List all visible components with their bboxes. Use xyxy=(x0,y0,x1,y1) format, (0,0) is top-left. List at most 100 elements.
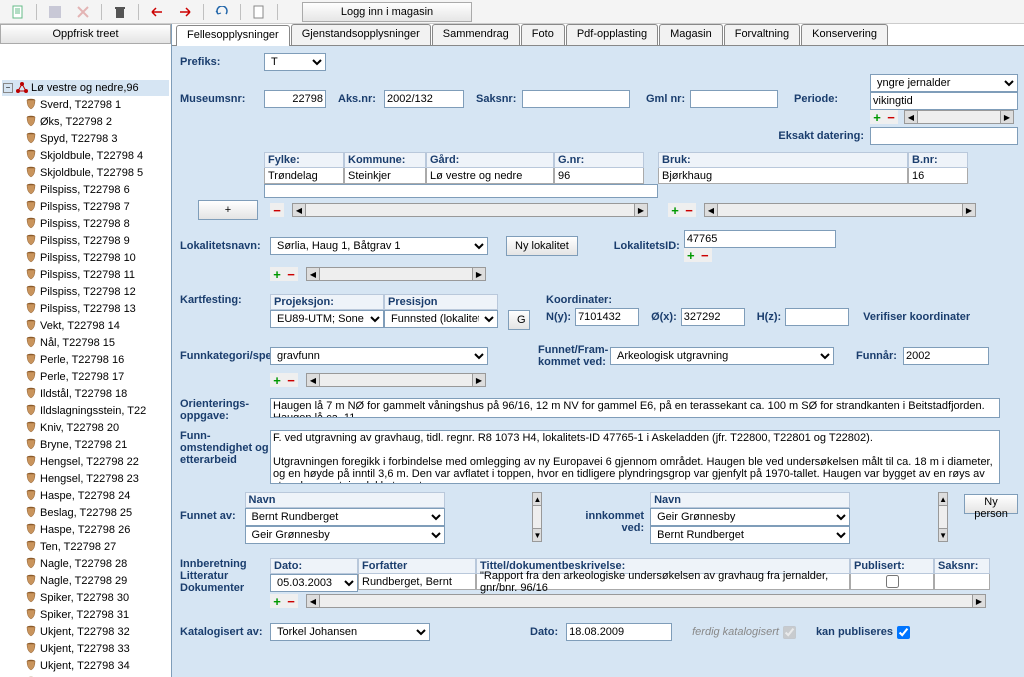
loc-minus[interactable]: − xyxy=(270,203,284,217)
publisert-checkbox[interactable] xyxy=(886,575,899,588)
tree-item[interactable]: Beslag, T22798 25 xyxy=(2,504,169,521)
collapse-icon[interactable]: − xyxy=(3,83,13,93)
periode-input[interactable] xyxy=(870,92,1018,110)
prev-button[interactable] xyxy=(143,2,171,22)
loknavn-minus[interactable]: − xyxy=(284,267,298,281)
prefix-select[interactable]: T xyxy=(264,53,326,71)
tree-item[interactable]: Kniv, T22798 20 xyxy=(2,419,169,436)
tab-magasin[interactable]: Magasin xyxy=(659,24,723,45)
periode-plus[interactable]: + xyxy=(870,110,884,124)
tab-gjenstandsopplysninger[interactable]: Gjenstandsopplysninger xyxy=(291,24,431,45)
tree-item[interactable]: Pilspiss, T22798 9 xyxy=(2,232,169,249)
tree-item[interactable]: Øks, T22798 2 xyxy=(2,113,169,130)
tree-item[interactable]: Pilspiss, T22798 10 xyxy=(2,249,169,266)
tab-forvaltning[interactable]: Forvaltning xyxy=(724,24,800,45)
tree-item[interactable]: Nagle, T22798 28 xyxy=(2,555,169,572)
funnet-av-2[interactable]: Geir Grønnesby xyxy=(245,526,445,544)
innkommet-2[interactable]: Bernt Rundberget xyxy=(650,526,850,544)
bnr-cell[interactable]: 16 xyxy=(908,168,968,184)
tree-item[interactable]: Nål, T22798 15 xyxy=(2,334,169,351)
delete-button[interactable] xyxy=(69,2,97,22)
tree-item[interactable]: Ten, T22798 27 xyxy=(2,538,169,555)
trash-button[interactable] xyxy=(106,2,134,22)
gard-cell[interactable]: Lø vestre og nedre xyxy=(426,168,554,184)
lokid-plus[interactable]: + xyxy=(684,248,698,262)
tree-item[interactable]: Bryne, T22798 21 xyxy=(2,436,169,453)
tree-item[interactable]: Ildslagningsstein, T22 xyxy=(2,402,169,419)
loc-extra-input[interactable] xyxy=(264,184,658,198)
object-tree[interactable]: − Lø vestre og nedre,96 Sverd, T22798 1Ø… xyxy=(0,78,171,677)
tree-item[interactable]: Spyd, T22798 3 xyxy=(2,130,169,147)
proj-select[interactable]: EU89-UTM; Sone 33 xyxy=(270,310,384,328)
publisert-cell[interactable] xyxy=(850,574,934,590)
new-doc-button[interactable] xyxy=(4,2,32,22)
periode-minus[interactable]: − xyxy=(884,110,898,124)
tree-item[interactable]: Hengsel, T22798 23 xyxy=(2,470,169,487)
tree-item[interactable]: Hengsel, T22798 22 xyxy=(2,453,169,470)
funnet-fram-select[interactable]: Arkeologisk utgravning xyxy=(610,347,834,365)
tree-item[interactable]: Spiker, T22798 30 xyxy=(2,589,169,606)
copy-doc-button[interactable] xyxy=(245,2,273,22)
tree-item[interactable]: Spiker, T22798 31 xyxy=(2,606,169,623)
tree-item[interactable]: Ukjent, T22798 33 xyxy=(2,640,169,657)
g-button[interactable]: G xyxy=(508,310,530,330)
tree-item[interactable]: Perle, T22798 17 xyxy=(2,368,169,385)
tree-item[interactable]: Sverd, T22798 1 xyxy=(2,96,169,113)
funnet-av-1[interactable]: Bernt Rundberget xyxy=(245,508,445,526)
tree-item[interactable]: Ukjent, T22798 34 xyxy=(2,657,169,674)
forfatter-cell[interactable]: Rundberget, Bernt xyxy=(358,574,476,590)
tree-item[interactable]: Pilspiss, T22798 7 xyxy=(2,198,169,215)
orient-textarea[interactable]: Haugen lå 7 m NØ for gammelt våningshus … xyxy=(270,398,1000,418)
verify-label[interactable]: Verifiser koordinater xyxy=(863,311,970,323)
save-button[interactable] xyxy=(41,2,69,22)
innb-minus[interactable]: − xyxy=(284,594,298,608)
ny-person-button[interactable]: Ny person xyxy=(964,494,1018,514)
ox-input[interactable] xyxy=(681,308,745,326)
scroll-right[interactable]: ▶ xyxy=(1000,110,1014,124)
hz-input[interactable] xyxy=(785,308,849,326)
innkommet-1[interactable]: Geir Grønnesby xyxy=(650,508,850,526)
tree-item[interactable]: Pilspiss, T22798 12 xyxy=(2,283,169,300)
next-button[interactable] xyxy=(171,2,199,22)
bruk-cell[interactable]: Bjørkhaug xyxy=(658,168,908,184)
tree-root-item[interactable]: − Lø vestre og nedre,96 xyxy=(2,80,169,96)
dato-cell[interactable]: 05.03.2003 xyxy=(270,574,358,592)
eksakt-datering-input[interactable] xyxy=(870,127,1018,145)
tree-item[interactable]: Pilspiss, T22798 11 xyxy=(2,266,169,283)
museumsnr-input[interactable] xyxy=(264,90,326,108)
tree-item[interactable]: Pilspiss, T22798 13 xyxy=(2,300,169,317)
tree-item[interactable]: Vekt, T22798 14 xyxy=(2,317,169,334)
loc2-minus[interactable]: − xyxy=(682,203,696,217)
tree-item[interactable]: Pilspiss, T22798 8 xyxy=(2,215,169,232)
publiseres-checkbox[interactable] xyxy=(897,626,910,639)
saksnr-input[interactable] xyxy=(522,90,630,108)
tab-foto[interactable]: Foto xyxy=(521,24,565,45)
tab-fellesopplysninger[interactable]: Fellesopplysninger xyxy=(176,25,290,46)
periode-select[interactable]: yngre jernalder xyxy=(870,74,1018,92)
kommune-cell[interactable]: Steinkjer xyxy=(344,168,426,184)
refresh-tree-button[interactable]: Oppfrisk treet xyxy=(0,24,171,44)
funnkat-minus[interactable]: − xyxy=(284,373,298,387)
dato2-input[interactable] xyxy=(566,623,672,641)
funnkat-plus[interactable]: + xyxy=(270,373,284,387)
tree-item[interactable]: Ildstål, T22798 18 xyxy=(2,385,169,402)
tittel-cell[interactable]: "Rapport fra den arkeologiske undersøkel… xyxy=(476,574,850,590)
tab-pdf[interactable]: Pdf-opplasting xyxy=(566,24,658,45)
tree-item[interactable]: Nagle, T22798 29 xyxy=(2,572,169,589)
tree-item[interactable]: Pilspiss, T22798 6 xyxy=(2,181,169,198)
tree-item[interactable]: Skjoldbule, T22798 4 xyxy=(2,147,169,164)
funn-omst-textarea[interactable]: F. ved utgravning av gravhaug, tidl. reg… xyxy=(270,430,1000,484)
katalogisert-select[interactable]: Torkel Johansen xyxy=(270,623,430,641)
tree-item[interactable]: Skjoldbule, T22798 5 xyxy=(2,164,169,181)
gnr-cell[interactable]: 96 xyxy=(554,168,644,184)
tree-item[interactable]: Haspe, T22798 24 xyxy=(2,487,169,504)
tab-konservering[interactable]: Konservering xyxy=(801,24,888,45)
lokalitetsnavn-select[interactable]: Sørlia, Haug 1, Båtgrav 1 xyxy=(270,237,488,255)
innb-plus[interactable]: + xyxy=(270,594,284,608)
tab-sammendrag[interactable]: Sammendrag xyxy=(432,24,520,45)
loc2-plus[interactable]: + xyxy=(668,203,682,217)
tree-item[interactable]: Haspe, T22798 26 xyxy=(2,521,169,538)
fylke-cell[interactable]: Trøndelag xyxy=(264,168,344,184)
tree-item[interactable]: Ukjent, T22798 32 xyxy=(2,623,169,640)
saksnr-cell[interactable] xyxy=(934,574,990,590)
